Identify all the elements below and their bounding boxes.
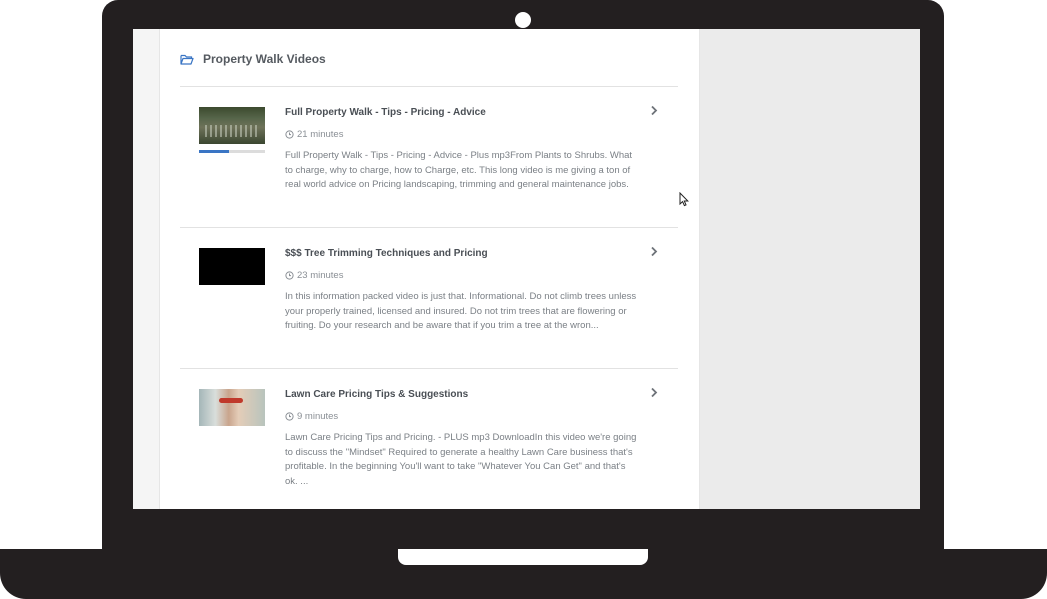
- watch-progress-fill: [199, 150, 229, 153]
- duration-text: 23 minutes: [297, 270, 344, 281]
- duration-text: 9 minutes: [297, 411, 339, 422]
- video-duration: 21 minutes: [285, 129, 343, 140]
- chevron-right-icon[interactable]: [650, 105, 658, 116]
- video-title[interactable]: $$$ Tree Trimming Techniques and Pricing: [285, 248, 635, 259]
- watch-progress-bar: [199, 150, 265, 153]
- video-item-full-property-walk[interactable]: Full Property Walk - Tips - Pricing - Ad…: [180, 87, 678, 227]
- video-title[interactable]: Full Property Walk - Tips - Pricing - Ad…: [285, 107, 635, 118]
- video-description: Lawn Care Pricing Tips and Pricing. - PL…: [285, 432, 637, 487]
- thumbnail-detail: [219, 398, 243, 403]
- page-margin: [133, 29, 159, 509]
- video-description: Full Property Walk - Tips - Pricing - Ad…: [285, 150, 633, 190]
- video-thumbnail[interactable]: [199, 248, 265, 285]
- panel-header: Property Walk Videos: [180, 49, 326, 69]
- videos-panel: Property Walk Videos Full Property Walk …: [159, 29, 700, 509]
- chevron-right-icon[interactable]: [650, 246, 658, 257]
- video-thumbnail[interactable]: [199, 107, 265, 144]
- clock-icon: [285, 130, 294, 139]
- laptop-screen: Property Walk Videos Full Property Walk …: [133, 29, 920, 509]
- clock-icon: [285, 412, 294, 421]
- panel-title: Property Walk Videos: [203, 52, 326, 66]
- video-description: In this information packed video is just…: [285, 291, 637, 331]
- video-item-tree-trimming[interactable]: $$$ Tree Trimming Techniques and Pricing…: [180, 228, 678, 368]
- video-item-lawn-care-pricing[interactable]: Lawn Care Pricing Tips & Suggestions 9 m…: [180, 369, 678, 509]
- laptop-notch: [398, 549, 648, 565]
- chevron-right-icon[interactable]: [650, 387, 658, 398]
- video-title[interactable]: Lawn Care Pricing Tips & Suggestions: [285, 389, 635, 400]
- video-thumbnail[interactable]: [199, 389, 265, 426]
- folder-open-icon: [180, 54, 194, 65]
- mouse-cursor-icon: [679, 192, 689, 207]
- clock-icon: [285, 271, 294, 280]
- webcam-icon: [515, 12, 531, 28]
- video-duration: 9 minutes: [285, 411, 338, 422]
- video-duration: 23 minutes: [285, 270, 343, 281]
- duration-text: 21 minutes: [297, 129, 344, 140]
